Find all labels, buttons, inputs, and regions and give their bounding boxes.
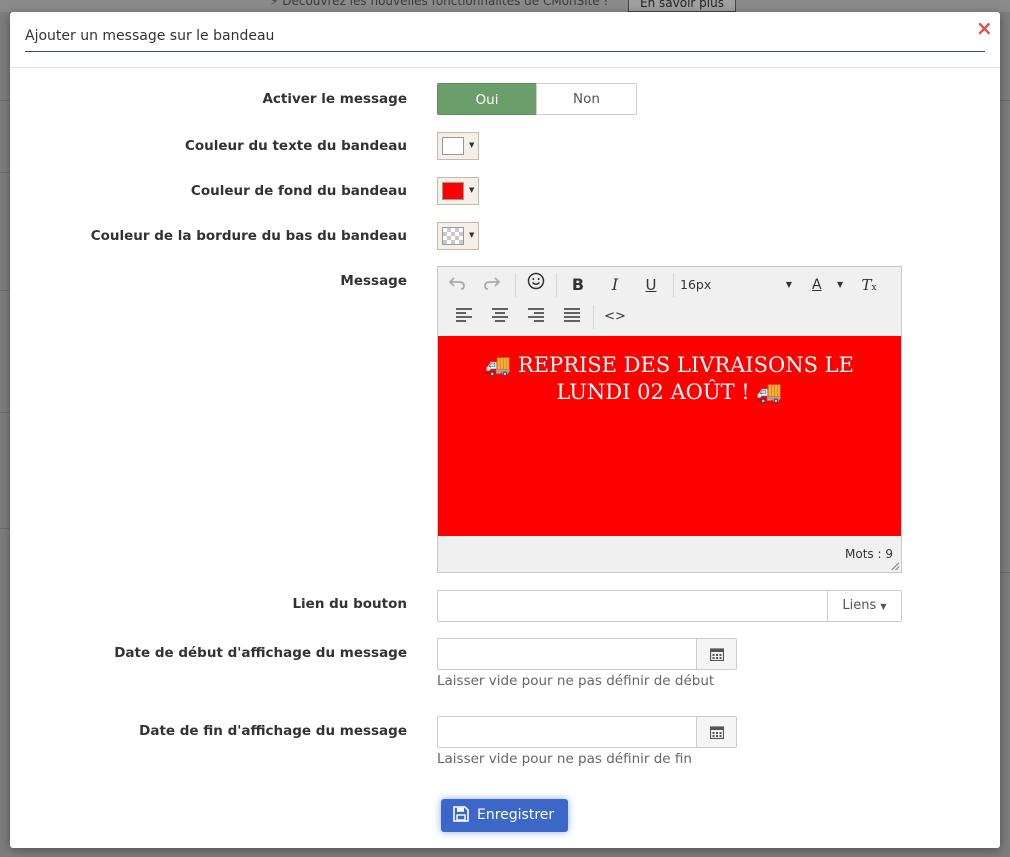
align-left-icon[interactable]: [449, 304, 479, 330]
toolbar-separator: [593, 305, 594, 329]
color-swatch: [442, 182, 464, 200]
redo-icon[interactable]: [477, 272, 507, 298]
chevron-down-icon: ▼: [469, 186, 475, 194]
end-date-label: Date de fin d'affichage du message: [139, 723, 407, 739]
bold-icon[interactable]: B: [563, 272, 593, 298]
toggle-yes-button[interactable]: Oui: [437, 83, 537, 115]
modal-header: Ajouter un message sur le bandeau ×: [10, 12, 1000, 68]
italic-icon[interactable]: I: [600, 272, 630, 298]
background-topbar: ⚡ Découvrez les nouvelles fonctionnalité…: [0, 0, 1010, 12]
underline-icon[interactable]: U: [636, 272, 666, 298]
toolbar-separator: [515, 273, 516, 297]
align-right-icon[interactable]: [521, 304, 551, 330]
bg-color-picker[interactable]: ▼: [437, 177, 479, 205]
background-more-button: En savoir plus: [628, 0, 736, 12]
toolbar-separator: [556, 273, 557, 297]
toolbar-separator: [673, 273, 674, 297]
end-date-help: Laisser vide pour ne pas définir de fin: [437, 751, 692, 767]
border-color-label: Couleur de la bordure du bas du bandeau: [90, 228, 407, 244]
emoji-icon[interactable]: [521, 272, 551, 298]
title-underline: [25, 51, 985, 52]
close-icon[interactable]: ×: [976, 17, 993, 39]
link-input[interactable]: [437, 590, 828, 622]
resize-handle-icon[interactable]: [891, 562, 899, 570]
modal-title: Ajouter un message sur le bandeau: [25, 28, 275, 44]
message-line-2: LUNDI 02 AOÛT ! 🚚: [556, 380, 783, 404]
background-notice: ⚡ Découvrez les nouvelles fonctionnalité…: [270, 0, 609, 8]
undo-icon[interactable]: [442, 272, 472, 298]
justify-icon[interactable]: [557, 304, 587, 330]
bg-color-label: Couleur de fond du bandeau: [190, 183, 407, 199]
font-size-value: 16px: [680, 277, 712, 292]
start-date-input[interactable]: [437, 638, 697, 670]
editor-toolbar-row-1: B I U 16px ▼ A ▼ Tx: [438, 269, 901, 301]
border-color-picker[interactable]: ▼: [437, 222, 479, 250]
color-swatch: [442, 227, 464, 245]
chevron-down-icon: ▼: [469, 141, 475, 149]
toggle-no-button[interactable]: Non: [536, 83, 637, 115]
activate-toggle[interactable]: Oui Non: [437, 83, 637, 115]
calendar-icon[interactable]: [696, 638, 737, 670]
end-date-input[interactable]: [437, 716, 697, 748]
save-icon: [453, 799, 469, 832]
font-size-select[interactable]: 16px ▼: [680, 272, 800, 298]
links-dropdown-button[interactable]: Liens ▼: [827, 590, 902, 622]
save-label: Enregistrer: [477, 807, 555, 823]
editor-content[interactable]: 🚚 REPRISE DES LIVRAISONS LE LUNDI 02 AOÛ…: [438, 336, 901, 536]
banner-message-modal: Ajouter un message sur le bandeau × Acti…: [10, 12, 1000, 848]
text-color-picker[interactable]: ▼: [437, 132, 479, 160]
calendar-icon[interactable]: [696, 716, 737, 748]
text-color-label: Couleur du texte du bandeau: [184, 138, 407, 154]
background-divider: [1000, 100, 1010, 101]
rich-text-editor[interactable]: B I U 16px ▼ A ▼ Tx <> 🚚 REPRISE DES LIV…: [437, 266, 902, 573]
clear-format-icon[interactable]: Tx: [854, 272, 884, 298]
message-label: Message: [340, 273, 407, 289]
color-swatch: [442, 137, 464, 155]
start-date-help: Laisser vide pour ne pas définir de débu…: [437, 673, 715, 689]
chevron-down-icon: ▼: [469, 231, 475, 239]
background-divider: [1000, 572, 1010, 573]
activate-label: Activer le message: [262, 91, 407, 107]
chevron-down-icon: ▼: [880, 602, 887, 611]
text-color-icon[interactable]: A ▼: [804, 272, 848, 298]
links-label: Liens: [842, 598, 877, 613]
chevron-down-icon: ▼: [837, 280, 844, 289]
start-date-label: Date de début d'affichage du message: [114, 645, 407, 661]
chevron-down-icon: ▼: [785, 280, 792, 289]
align-center-icon[interactable]: [485, 304, 515, 330]
message-line-1: 🚚 REPRISE DES LIVRAISONS LE: [485, 353, 854, 377]
word-count: Mots : 9: [845, 547, 893, 561]
save-button[interactable]: Enregistrer: [441, 799, 568, 832]
editor-toolbar-row-2: <>: [438, 301, 901, 333]
code-icon[interactable]: <>: [600, 304, 630, 330]
editor-statusbar: Mots : 9: [438, 536, 901, 572]
link-label: Lien du bouton: [292, 596, 407, 612]
